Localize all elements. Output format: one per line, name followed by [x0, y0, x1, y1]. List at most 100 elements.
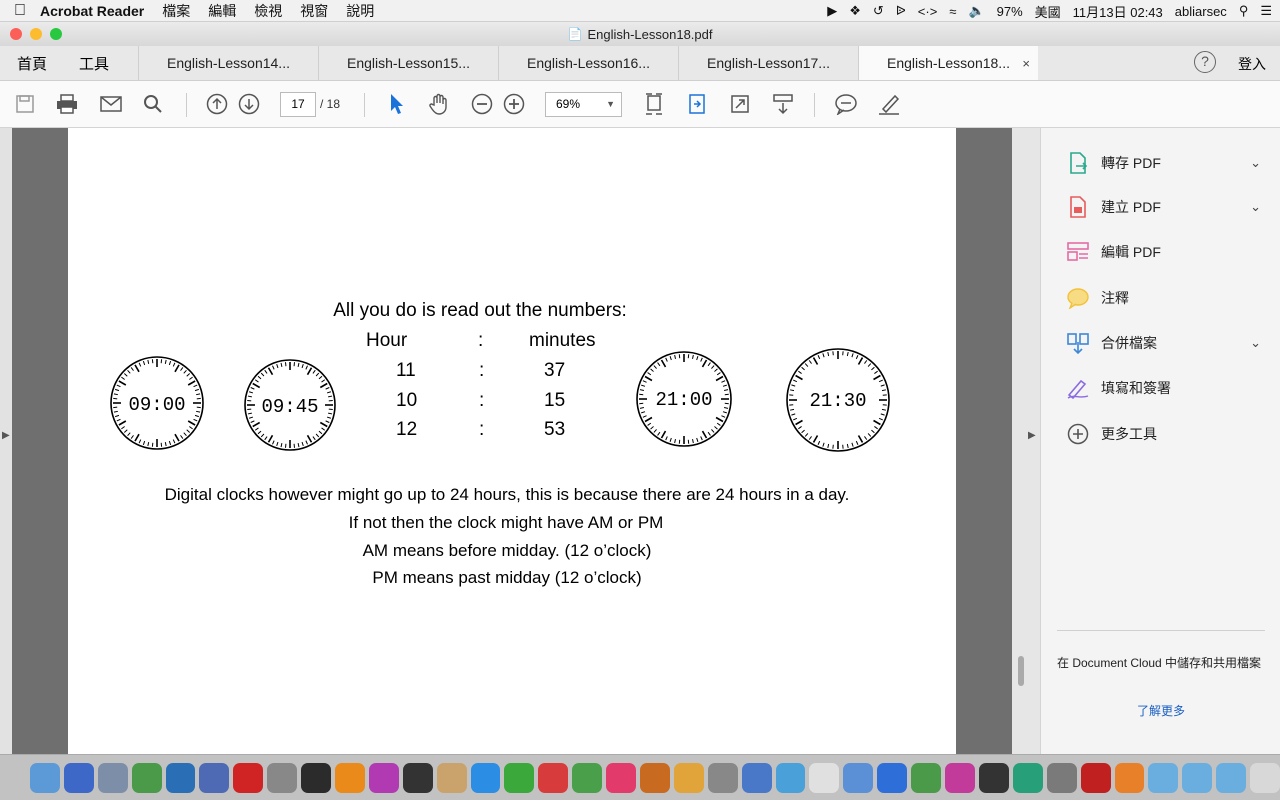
dock-app-icon[interactable]: [402, 762, 433, 793]
next-page-icon[interactable]: [236, 91, 262, 117]
full-screen-icon[interactable]: [727, 91, 753, 117]
chevron-down-icon[interactable]: ⌄: [1250, 155, 1261, 171]
menu-view[interactable]: 檢視: [254, 1, 282, 21]
menu-edit[interactable]: 編輯: [208, 1, 236, 21]
scrollbar-thumb[interactable]: [1018, 656, 1024, 686]
tool-more-tools[interactable]: 更多工具: [1065, 421, 1261, 447]
zoom-in-icon[interactable]: [501, 91, 527, 117]
dock-app-icon[interactable]: [843, 762, 874, 793]
time-machine-icon[interactable]: ↺: [873, 3, 884, 19]
dock-app-icon[interactable]: [640, 762, 670, 793]
dock-app-icon[interactable]: [741, 762, 772, 793]
dock-app-icon[interactable]: [267, 762, 298, 793]
tool-combine-files[interactable]: 合併檔案 ⌄: [1065, 330, 1261, 356]
menu-file[interactable]: 檔案: [162, 1, 190, 21]
spotlight-icon[interactable]: ⚲: [1239, 3, 1249, 19]
dock-app-icon[interactable]: [911, 762, 942, 793]
select-cursor-icon[interactable]: [384, 91, 410, 117]
volume-icon[interactable]: 🔈: [968, 3, 984, 19]
email-icon[interactable]: [98, 91, 124, 117]
print-icon[interactable]: [54, 91, 80, 117]
dock-app-icon[interactable]: [335, 762, 365, 793]
user-name[interactable]: abliarsec: [1175, 4, 1227, 19]
document-viewer[interactable]: ▶ All you do is read out the numbers: Ho…: [0, 128, 1040, 754]
tab-document-active[interactable]: English-Lesson18... ×: [858, 46, 1038, 80]
dock-app-icon[interactable]: [1148, 762, 1179, 793]
dock-app-icon[interactable]: [673, 762, 704, 793]
zoom-out-icon[interactable]: [469, 91, 495, 117]
menu-window[interactable]: 視窗: [300, 1, 328, 21]
fit-page-icon[interactable]: [641, 91, 667, 117]
tool-export-pdf[interactable]: 轉存 PDF ⌄: [1065, 150, 1261, 176]
zoom-window-button[interactable]: [50, 28, 62, 40]
tool-edit-pdf[interactable]: 編輯 PDF: [1065, 239, 1261, 265]
dock-app-icon[interactable]: [1046, 762, 1077, 793]
minimize-window-button[interactable]: [30, 28, 42, 40]
code-icon[interactable]: <·>: [918, 4, 938, 19]
dock-app-icon[interactable]: [877, 762, 908, 793]
save-icon[interactable]: [12, 91, 38, 117]
input-method[interactable]: 美國: [1035, 2, 1061, 21]
wifi-icon[interactable]: ≈: [949, 4, 956, 19]
tool-comment[interactable]: 注釋: [1065, 285, 1261, 311]
tab-document[interactable]: English-Lesson14...: [138, 46, 318, 80]
dock-app-icon[interactable]: [63, 762, 94, 793]
dock-app-icon[interactable]: [1182, 762, 1213, 793]
screen-record-icon[interactable]: ▶: [827, 3, 837, 19]
tab-document[interactable]: English-Lesson17...: [678, 46, 858, 80]
chevron-down-icon[interactable]: ⌄: [1250, 335, 1261, 351]
dock-app-icon[interactable]: [470, 762, 501, 793]
dock-app-icon[interactable]: [199, 762, 230, 793]
login-button[interactable]: 登入: [1238, 54, 1266, 74]
dropbox-icon[interactable]: ❖: [849, 3, 861, 19]
comment-icon[interactable]: [833, 91, 859, 117]
app-menu[interactable]: Acrobat Reader: [40, 3, 144, 19]
dock-app-icon[interactable]: [165, 762, 196, 793]
dock-app-icon[interactable]: [1216, 762, 1247, 793]
tab-tools[interactable]: 工具: [64, 46, 124, 80]
clock[interactable]: 11月13日 02:43: [1073, 2, 1163, 21]
dock-app-icon[interactable]: [606, 762, 637, 793]
learn-more-link[interactable]: 了解更多: [1137, 702, 1185, 719]
scroll-mode-icon[interactable]: [770, 91, 796, 117]
dock-app-icon[interactable]: [707, 762, 738, 793]
zoom-select[interactable]: 69% ▼: [545, 92, 622, 117]
page-number-input[interactable]: 17: [280, 92, 316, 117]
dock-app-icon[interactable]: [945, 762, 975, 793]
apple-menu-icon[interactable]: : [0, 2, 40, 20]
dock-app-icon[interactable]: [775, 762, 806, 793]
help-icon[interactable]: ?: [1194, 51, 1216, 73]
dock-app-icon[interactable]: [233, 762, 264, 793]
dock-app-icon[interactable]: [30, 762, 60, 793]
hand-tool-icon[interactable]: [426, 91, 452, 117]
tool-create-pdf[interactable]: 建立 PDF ⌄: [1065, 194, 1261, 220]
dock-app-icon[interactable]: [131, 762, 162, 793]
dock-app-icon[interactable]: [538, 762, 569, 793]
previous-page-icon[interactable]: [204, 91, 230, 117]
dock-app-icon[interactable]: [504, 762, 535, 793]
right-panel-toggle[interactable]: ▶: [1012, 128, 1040, 754]
battery-status[interactable]: 97%: [997, 4, 1023, 19]
dock-app-icon[interactable]: [1012, 762, 1043, 793]
dock-app-icon[interactable]: [97, 762, 128, 793]
dock-app-icon[interactable]: [436, 762, 467, 793]
search-icon[interactable]: [140, 91, 166, 117]
dock-app-icon[interactable]: [809, 762, 840, 793]
dock-app-icon[interactable]: [1080, 762, 1111, 793]
close-window-button[interactable]: [10, 28, 22, 40]
dock-app-icon[interactable]: [1114, 762, 1145, 793]
tab-home[interactable]: 首頁: [0, 46, 64, 80]
tab-document[interactable]: English-Lesson16...: [498, 46, 678, 80]
dock-app-icon[interactable]: [572, 762, 603, 793]
dock-app-icon[interactable]: [368, 762, 399, 793]
expand-left-icon[interactable]: ▶: [2, 430, 10, 441]
tool-fill-sign[interactable]: 填寫和簽署: [1065, 375, 1261, 401]
dock-app-icon[interactable]: [1250, 762, 1280, 793]
collapse-right-icon[interactable]: ▶: [1028, 430, 1036, 441]
highlight-pen-icon[interactable]: [876, 91, 902, 117]
close-tab-icon[interactable]: ×: [1022, 56, 1030, 71]
dock-app-icon[interactable]: [301, 762, 332, 793]
tab-document[interactable]: English-Lesson15...: [318, 46, 498, 80]
notification-center-icon[interactable]: ☰: [1260, 3, 1272, 19]
dock-app-icon[interactable]: [978, 762, 1009, 793]
